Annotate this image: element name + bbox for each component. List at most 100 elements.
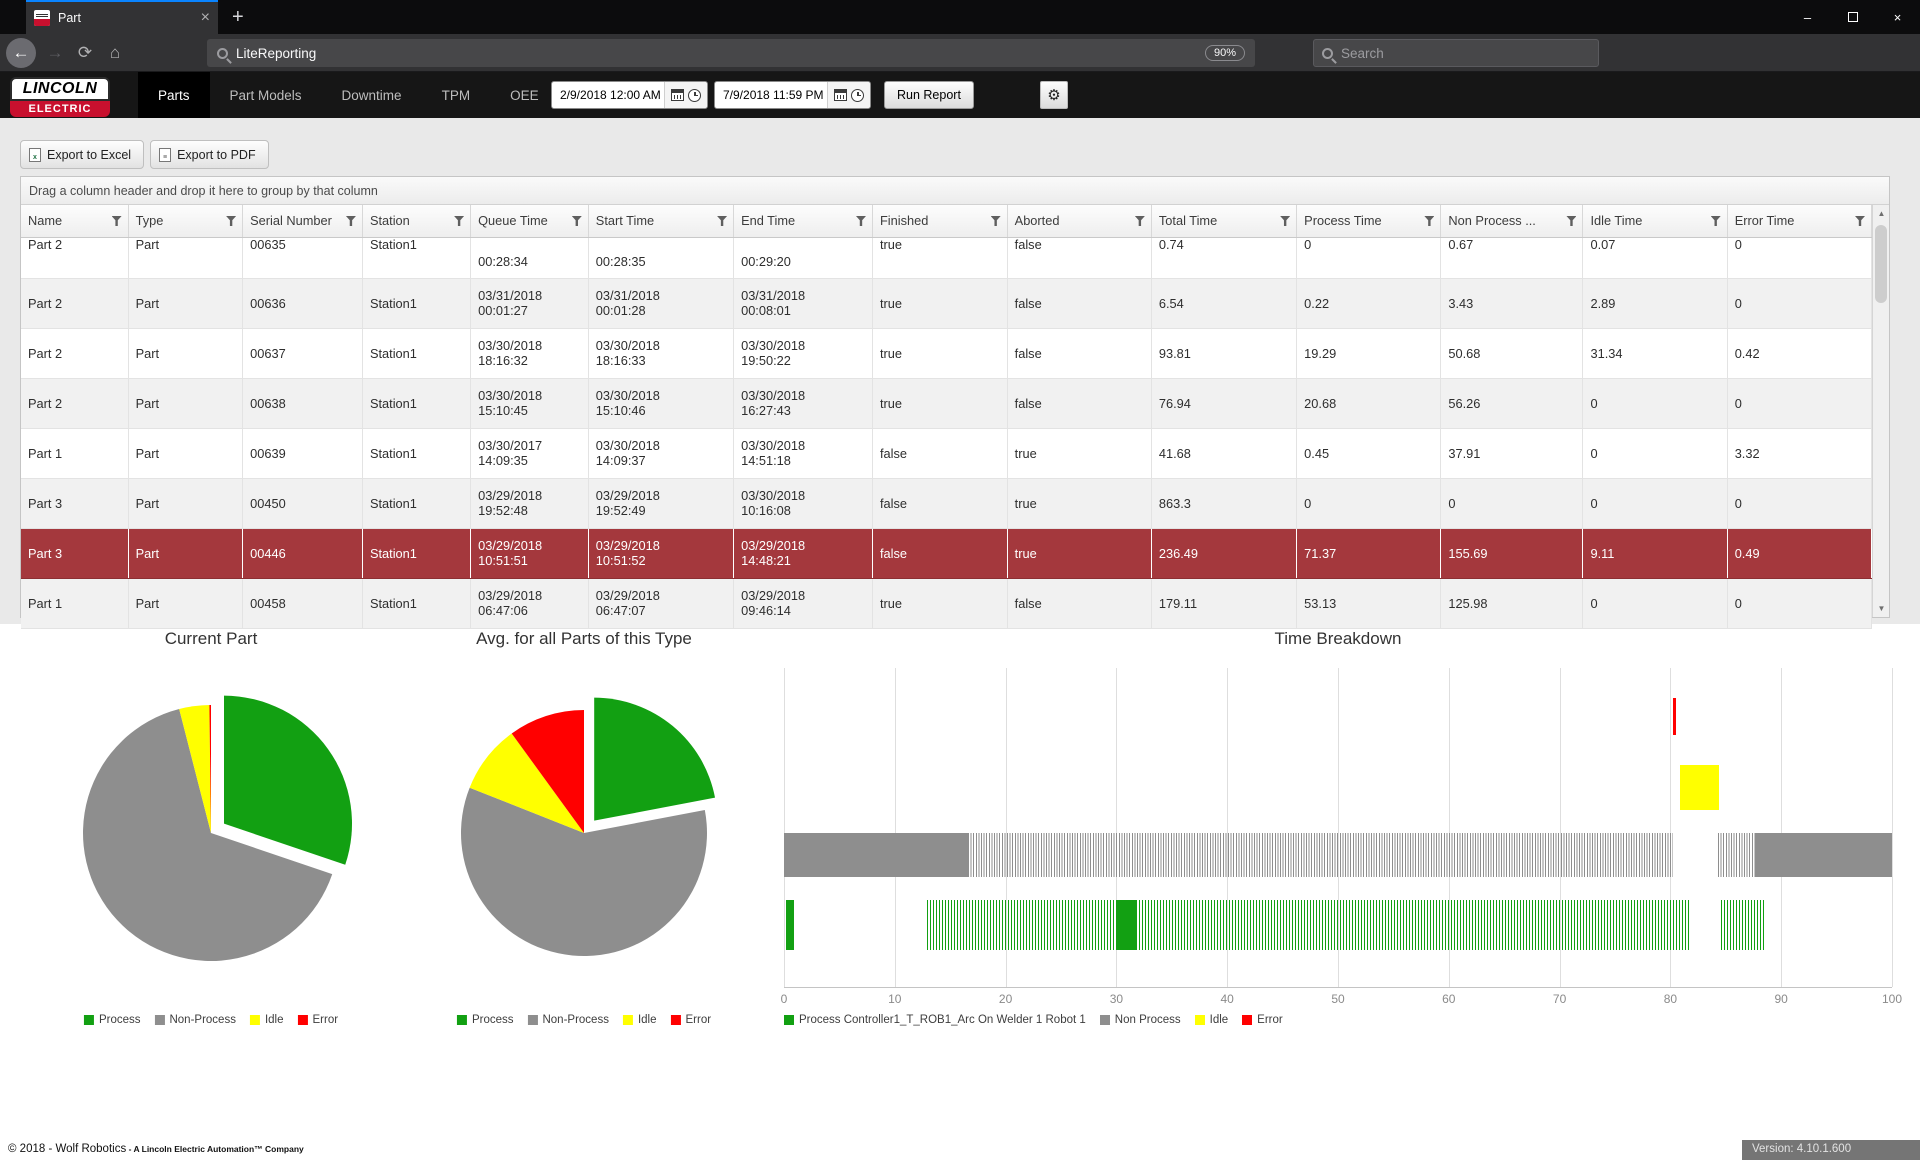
table-cell: 03/29/2018 19:52:49: [588, 478, 733, 528]
reload-button[interactable]: ⟳: [70, 43, 100, 63]
new-tab-button[interactable]: +: [232, 5, 244, 29]
column-header-type[interactable]: Type: [128, 205, 243, 237]
table-cell: 03/29/2018 10:51:51: [471, 528, 589, 578]
filter-icon[interactable]: [1135, 216, 1145, 226]
vertical-scrollbar[interactable]: ▲ ▼: [1872, 205, 1889, 617]
tab-close-icon[interactable]: ×: [201, 10, 210, 26]
filter-icon[interactable]: [226, 216, 236, 226]
table-cell: 0: [1727, 278, 1871, 328]
table-row[interactable]: Part 2Part00635Station100:28:3400:28:350…: [21, 237, 1872, 278]
column-header-non-process[interactable]: Non Process ...: [1441, 205, 1583, 237]
clock-icon[interactable]: [688, 89, 701, 102]
calendar-icon[interactable]: [834, 89, 847, 101]
settings-gear-button[interactable]: ⚙: [1040, 81, 1068, 109]
table-row[interactable]: Part 2Part00637Station103/30/2018 18:16:…: [21, 328, 1872, 378]
scroll-down-icon[interactable]: ▼: [1873, 600, 1890, 617]
menu-item-part-models[interactable]: Part Models: [210, 72, 322, 118]
table-cell: 9.11: [1583, 528, 1727, 578]
table-row[interactable]: Part 2Part00638Station103/30/2018 15:10:…: [21, 378, 1872, 428]
filter-icon[interactable]: [454, 216, 464, 226]
zoom-level-badge[interactable]: 90%: [1205, 45, 1245, 61]
menu-item-downtime[interactable]: Downtime: [322, 72, 422, 118]
column-label: Error Time: [1735, 213, 1795, 228]
run-report-button[interactable]: Run Report: [884, 81, 974, 109]
clock-icon[interactable]: [851, 89, 864, 102]
legend-item[interactable]: Error: [1242, 1014, 1283, 1026]
table-cell: 00:28:35: [588, 237, 733, 278]
filter-icon[interactable]: [346, 216, 356, 226]
legend-item[interactable]: Process: [84, 1014, 141, 1026]
table-row[interactable]: Part 1Part00639Station103/30/2017 14:09:…: [21, 428, 1872, 478]
legend-item[interactable]: Non Process: [1100, 1014, 1181, 1026]
filter-icon[interactable]: [1280, 216, 1290, 226]
search-input[interactable]: Search: [1313, 39, 1599, 67]
filter-icon[interactable]: [717, 216, 727, 226]
restore-button[interactable]: [1830, 10, 1875, 25]
column-header-queue-time[interactable]: Queue Time: [471, 205, 589, 237]
legend-item[interactable]: Process Controller1_T_ROB1_Arc On Welder…: [784, 1014, 1086, 1026]
scroll-up-icon[interactable]: ▲: [1873, 205, 1890, 222]
legend-item[interactable]: Error: [671, 1014, 712, 1026]
minimize-button[interactable]: –: [1785, 10, 1830, 25]
table-cell: true: [1007, 478, 1151, 528]
timeline-segment-error: [1673, 698, 1677, 735]
version-label: Version: 4.10.1.600: [1742, 1140, 1920, 1160]
parts-grid: Drag a column header and drop it here to…: [20, 176, 1890, 618]
menu-item-tpm[interactable]: TPM: [422, 72, 491, 118]
date-from-input[interactable]: 2/9/2018 12:00 AM: [551, 81, 708, 109]
table-cell: Part 1: [21, 428, 128, 478]
table-row[interactable]: Part 1Part00458Station103/29/2018 06:47:…: [21, 578, 1872, 628]
legend-item[interactable]: Idle: [250, 1014, 284, 1026]
filter-icon[interactable]: [991, 216, 1001, 226]
column-header-serial-number[interactable]: Serial Number: [243, 205, 363, 237]
forward-button[interactable]: →: [40, 43, 70, 63]
column-header-end-time[interactable]: End Time: [734, 205, 873, 237]
close-button[interactable]: ×: [1875, 10, 1920, 25]
column-header-station[interactable]: Station: [362, 205, 470, 237]
column-header-aborted[interactable]: Aborted: [1007, 205, 1151, 237]
filter-icon[interactable]: [572, 216, 582, 226]
table-cell: Part 3: [21, 478, 128, 528]
url-bar[interactable]: LiteReporting 90%: [207, 39, 1255, 67]
table-cell: Station1: [362, 478, 470, 528]
legend-label: Process Controller1_T_ROB1_Arc On Welder…: [799, 1014, 1086, 1026]
legend-item[interactable]: Idle: [1195, 1014, 1229, 1026]
filter-icon[interactable]: [1711, 216, 1721, 226]
column-header-total-time[interactable]: Total Time: [1151, 205, 1296, 237]
table-row[interactable]: Part 2Part00636Station103/31/2018 00:01:…: [21, 278, 1872, 328]
browser-tab-part[interactable]: Part ×: [26, 0, 218, 34]
menu-item-oee[interactable]: OEE: [490, 72, 559, 118]
legend-item[interactable]: Process: [457, 1014, 514, 1026]
column-label: Idle Time: [1590, 213, 1642, 228]
calendar-icon[interactable]: [671, 89, 684, 101]
filter-icon[interactable]: [1424, 216, 1434, 226]
table-row[interactable]: Part 3Part00450Station103/29/2018 19:52:…: [21, 478, 1872, 528]
column-header-start-time[interactable]: Start Time: [588, 205, 733, 237]
filter-icon[interactable]: [112, 216, 122, 226]
filter-icon[interactable]: [856, 216, 866, 226]
column-header-error-time[interactable]: Error Time: [1727, 205, 1871, 237]
home-button[interactable]: ⌂: [100, 43, 130, 63]
scrollbar-thumb[interactable]: [1875, 225, 1887, 303]
group-by-drop-zone[interactable]: Drag a column header and drop it here to…: [21, 177, 1889, 205]
table-cell: 0: [1583, 578, 1727, 628]
export-to-excel-button[interactable]: x Export to Excel: [20, 140, 144, 169]
filter-icon[interactable]: [1566, 216, 1576, 226]
legend-item[interactable]: Idle: [623, 1014, 657, 1026]
column-header-finished[interactable]: Finished: [872, 205, 1007, 237]
date-to-input[interactable]: 7/9/2018 11:59 PM: [714, 81, 871, 109]
menu-item-parts[interactable]: Parts: [138, 72, 210, 118]
timeline-segment-process: [786, 900, 794, 950]
export-to-pdf-button[interactable]: ≡ Export to PDF: [150, 140, 269, 169]
back-button[interactable]: ←: [6, 38, 36, 68]
table-cell: true: [872, 328, 1007, 378]
column-header-idle-time[interactable]: Idle Time: [1583, 205, 1727, 237]
column-header-name[interactable]: Name: [21, 205, 128, 237]
legend-item[interactable]: Error: [298, 1014, 339, 1026]
column-header-process-time[interactable]: Process Time: [1297, 205, 1441, 237]
table-row[interactable]: Part 3Part00446Station103/29/2018 10:51:…: [21, 528, 1872, 578]
legend-item[interactable]: Non-Process: [527, 1014, 608, 1026]
table-cell: 0.07: [1583, 237, 1727, 278]
filter-icon[interactable]: [1855, 216, 1865, 226]
legend-item[interactable]: Non-Process: [154, 1014, 235, 1026]
